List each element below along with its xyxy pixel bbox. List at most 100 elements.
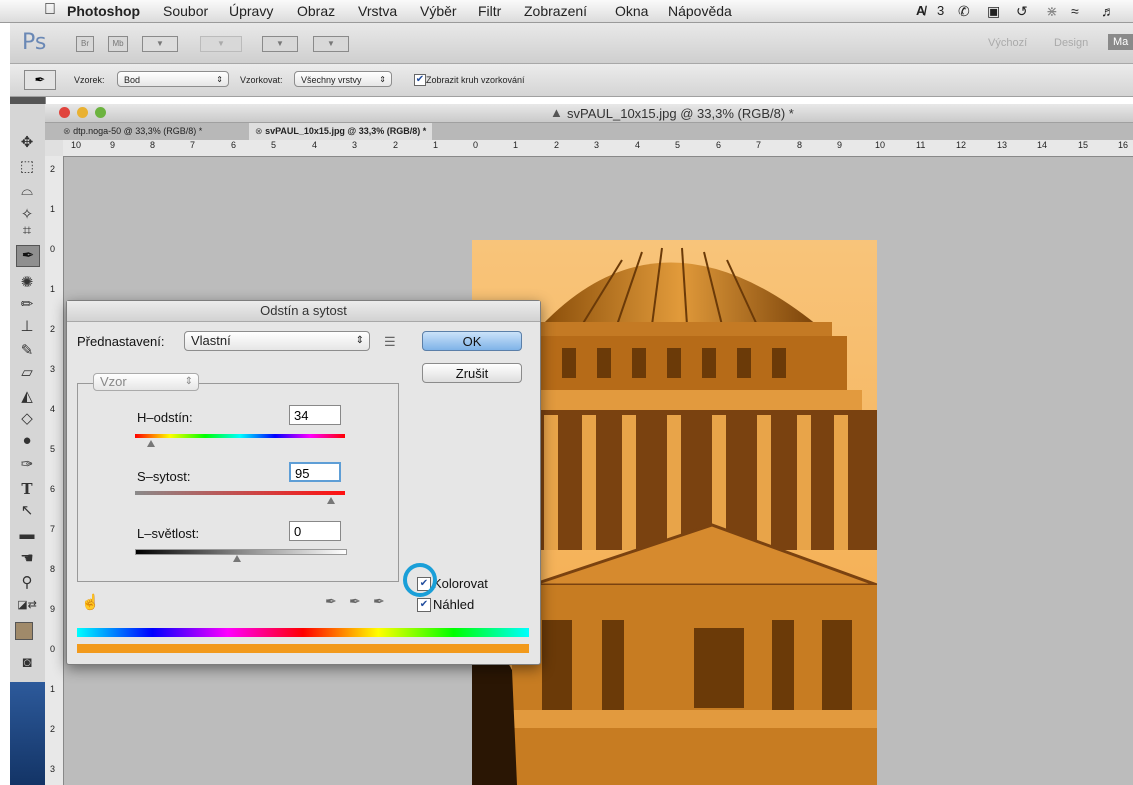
ruler-tick-label: 5 <box>271 140 277 150</box>
desktop-background <box>10 682 45 785</box>
dialog-title[interactable]: Odstín a sytost <box>67 301 540 322</box>
ruler-tick-label: 11 <box>916 140 926 150</box>
path-selection-tool-icon[interactable]: ↖ <box>16 501 38 521</box>
saturation-slider-track[interactable] <box>135 491 345 495</box>
phone-icon[interactable]: ✆ <box>958 3 970 20</box>
ruler-tick-label: 5 <box>50 444 56 454</box>
tab-dtp-noga[interactable]: ⊗ dtp.noga-50 @ 33,3% (RGB/8) * <box>57 123 208 140</box>
arrange-documents-icon[interactable]: ▼ <box>262 36 298 52</box>
eyedropper-tool-icon[interactable]: ✒ <box>16 245 40 267</box>
close-window-icon[interactable] <box>59 107 70 118</box>
menu-filtr[interactable]: Filtr <box>478 3 501 19</box>
brush-tool-icon[interactable]: ✏ <box>16 295 38 315</box>
saturation-slider-thumb[interactable] <box>327 497 335 504</box>
ruler-origin[interactable] <box>45 140 64 157</box>
close-tab-icon[interactable]: ⊗ <box>255 126 263 136</box>
ruler-tick-label: 0 <box>50 244 56 254</box>
sample-size-select[interactable]: Bod ⇕ <box>117 71 229 87</box>
workspace-default[interactable]: Výchozí <box>988 37 1027 49</box>
lightness-slider-track[interactable] <box>135 549 347 555</box>
volume-icon[interactable]: ♬ <box>1101 3 1115 19</box>
zoom-level-icon[interactable]: ▼ <box>200 36 242 52</box>
preset-select[interactable]: Vlastní ⇕ <box>184 331 370 351</box>
hue-input[interactable]: 34 <box>289 405 341 425</box>
marquee-tool-icon[interactable]: ⬚ <box>16 157 38 177</box>
menu-upravy[interactable]: Úpravy <box>229 3 273 19</box>
ruler-tick-label: 7 <box>50 524 56 534</box>
preset-options-icon[interactable]: ☰ <box>384 334 396 350</box>
channel-select[interactable]: Vzor ⇕ <box>93 373 199 391</box>
menu-zobrazeni[interactable]: Zobrazení <box>524 3 587 19</box>
type-tool-icon[interactable]: T <box>16 479 38 499</box>
lightness-input[interactable]: 0 <box>289 521 341 541</box>
blur-tool-icon[interactable]: ◇ <box>16 409 38 429</box>
zoom-tool-icon[interactable]: ⚲ <box>16 573 38 593</box>
quick-mask-icon[interactable]: ◙ <box>16 653 38 673</box>
pen-tool-icon[interactable]: ✑ <box>16 455 38 475</box>
crop-tool-icon[interactable]: ⌗ <box>16 221 38 241</box>
ruler-tick-label: 0 <box>50 644 56 654</box>
sample-layers-select[interactable]: Všechny vrstvy ⇕ <box>294 71 392 87</box>
minimize-window-icon[interactable] <box>77 107 88 118</box>
foreground-color-swatch[interactable] <box>15 622 33 640</box>
rectangle-tool-icon[interactable]: ▬ <box>16 525 38 545</box>
menu-soubor[interactable]: Soubor <box>163 3 208 19</box>
tab-svpaul[interactable]: ⊗ svPAUL_10x15.jpg @ 33,3% (RGB/8) * <box>249 123 433 140</box>
menu-obraz[interactable]: Obraz <box>297 3 335 19</box>
workspace-design[interactable]: Design <box>1054 37 1088 49</box>
document-file-icon: ▲ <box>550 105 563 120</box>
updown-arrow-icon: ⇕ <box>355 335 364 346</box>
eyedropper-minus-icon[interactable]: ✒ <box>373 593 385 610</box>
ruler-tick-label: 8 <box>797 140 803 150</box>
ruler-tick-label: 12 <box>956 140 967 150</box>
view-extras-icon[interactable]: ▼ <box>142 36 178 52</box>
sample-layers-label: Vzorkovat: <box>240 75 283 85</box>
hand-tool-icon[interactable]: ☚ <box>16 549 38 569</box>
eyedropper-preset-icon[interactable]: ✒ <box>24 70 56 90</box>
cancel-button[interactable]: Zrušit <box>422 363 522 383</box>
bridge-button[interactable]: Br <box>76 36 94 52</box>
menu-okna[interactable]: Okna <box>615 3 648 19</box>
spot-healing-tool-icon[interactable]: ✺ <box>16 273 38 293</box>
eyedropper-icon[interactable]: ✒ <box>325 593 337 610</box>
options-bar: ✒ Vzorek: Bod ⇕ Vzorkovat: Všechny vrstvy… <box>10 64 1133 97</box>
ruler-tick-label: 9 <box>837 140 843 150</box>
menu-photoshop[interactable]: Photoshop <box>67 3 140 19</box>
hue-slider-track[interactable] <box>135 434 345 438</box>
spectrum-bar-input <box>77 628 529 637</box>
bluetooth-icon[interactable]: ⋇ <box>1046 3 1058 20</box>
tools-panel-header[interactable] <box>10 97 45 104</box>
lasso-tool-icon[interactable]: ⌓ <box>16 181 38 201</box>
hand-adjust-icon[interactable]: ☝ <box>81 593 100 611</box>
eyedropper-plus-icon[interactable]: ✒ <box>349 593 361 610</box>
saturation-input[interactable]: 95 <box>289 462 341 482</box>
dodge-tool-icon[interactable]: ● <box>16 431 38 451</box>
time-machine-icon[interactable]: ↺ <box>1016 3 1028 20</box>
workspace-more[interactable]: Ma <box>1108 34 1133 50</box>
preset-label: Přednastavení: <box>77 334 165 349</box>
preview-checkbox[interactable]: ✔ <box>417 598 431 612</box>
ruler-tick-label: 1 <box>50 204 56 214</box>
history-brush-tool-icon[interactable]: ✎ <box>16 341 38 361</box>
eraser-tool-icon[interactable]: ▱ <box>16 363 38 383</box>
move-tool-icon[interactable]: ✥ <box>16 133 38 153</box>
mini-bridge-button[interactable]: Mb <box>108 36 128 52</box>
clone-stamp-tool-icon[interactable]: ⊥ <box>16 317 38 337</box>
close-tab-icon[interactable]: ⊗ <box>63 126 71 136</box>
wifi-icon[interactable]: ≈ <box>1071 3 1079 19</box>
lightness-slider-thumb[interactable] <box>233 555 241 562</box>
menu-napoveda[interactable]: Nápověda <box>668 3 732 19</box>
menu-vrstva[interactable]: Vrstva <box>358 3 397 19</box>
menu-vyber[interactable]: Výběr <box>420 3 457 19</box>
screen-mode-icon[interactable]: ▼ <box>313 36 349 52</box>
show-sampling-ring-checkbox[interactable]: ✔ <box>414 74 426 86</box>
zoom-window-icon[interactable] <box>95 107 106 118</box>
document-titlebar[interactable]: ▲ svPAUL_10x15.jpg @ 33,3% (RGB/8) * <box>45 104 1133 123</box>
hue-slider-thumb[interactable] <box>147 440 155 447</box>
ok-button[interactable]: OK <box>422 331 522 351</box>
display-icon[interactable]: ▣ <box>987 3 1000 20</box>
paint-bucket-tool-icon[interactable]: ◭ <box>16 387 38 407</box>
default-colors-icon[interactable]: ◪⇄ <box>16 595 38 615</box>
adobe-icon[interactable]: А̸ <box>916 3 925 18</box>
apple-icon[interactable]:  <box>44 1 56 19</box>
